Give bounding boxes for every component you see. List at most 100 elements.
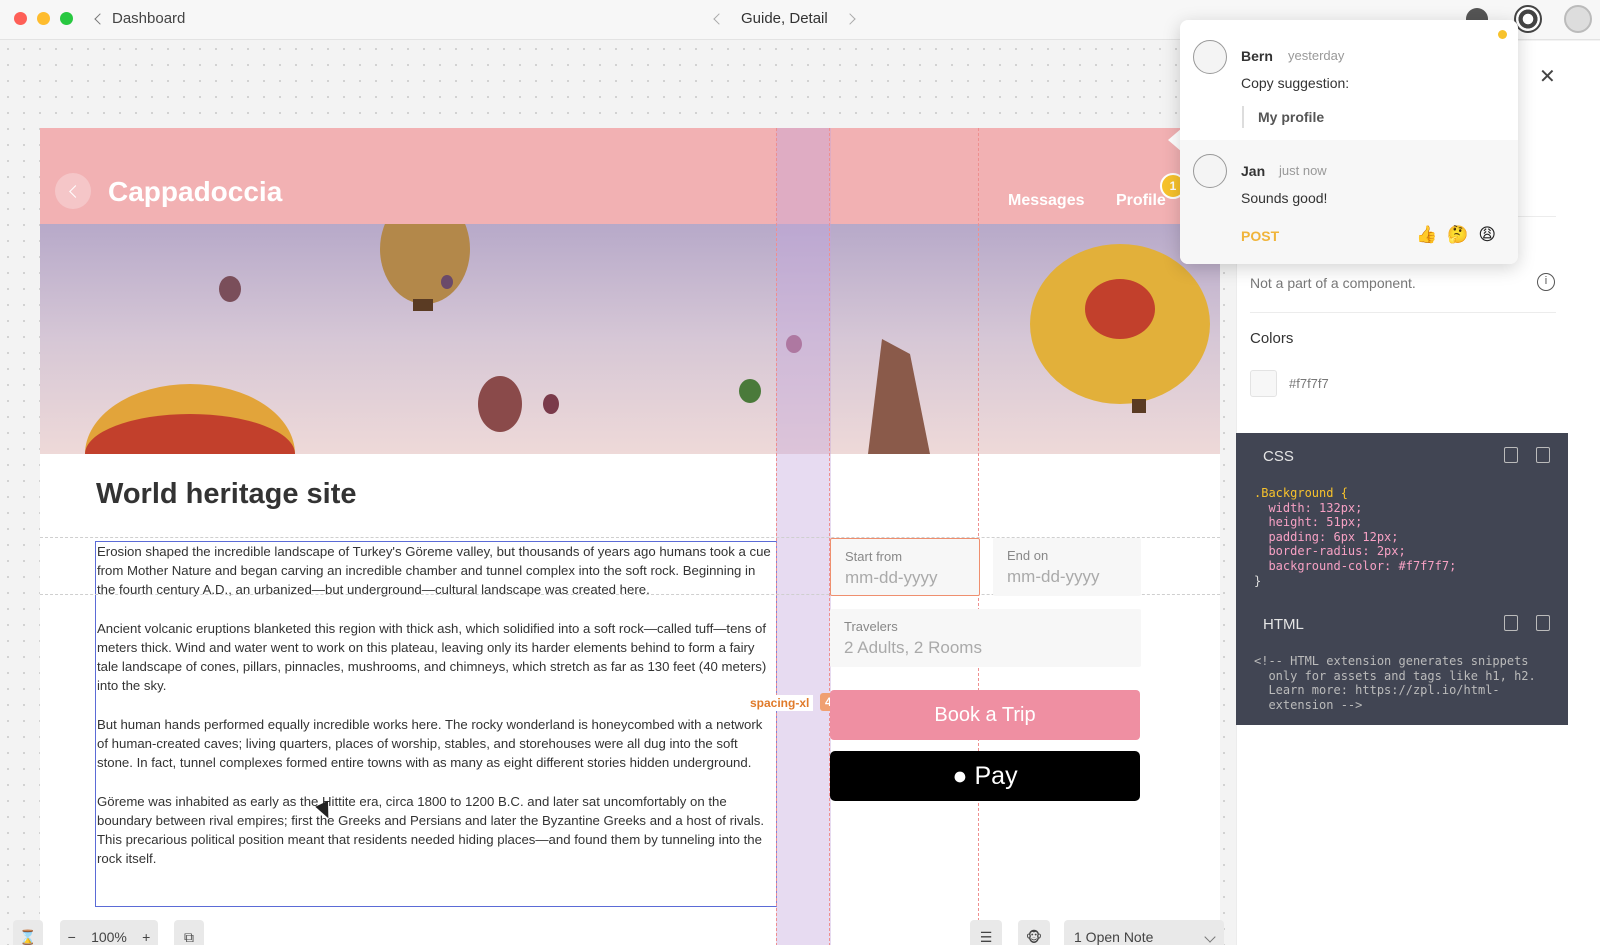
code-line: Learn more: https://zpl.io/html- [1254,683,1500,698]
comment-time: yesterday [1288,48,1345,63]
code-line: background-color: #f7f7f7; [1254,558,1457,573]
chevron-left-icon [68,184,82,198]
post-button[interactable]: POST [1241,228,1279,244]
screen-navigator: Guide, Detail [713,10,856,27]
dashboard-back-link[interactable]: Dashboard [94,10,186,27]
code-line: <!-- HTML extension generates snippets [1254,654,1529,668]
reply-area: Jan just now Sounds good! [1180,140,1518,264]
html-snippet[interactable]: <!-- HTML extension generates snippets o… [1254,654,1536,712]
zoom-controls: − 100% + [60,920,158,945]
online-indicator [1498,30,1507,39]
close-window-button[interactable] [14,12,27,25]
zoom-level[interactable]: 100% [91,929,127,945]
apple-icon: ● [952,762,968,790]
nav-profile[interactable]: Profile [1116,192,1166,210]
end-date-placeholder: mm-dd-yyyy [1007,567,1100,586]
info-icon[interactable]: i [1537,273,1555,291]
header-back-button[interactable] [55,173,91,209]
travelers-value: 2 Adults, 2 Rooms [844,638,982,657]
paragraph: Ancient volcanic eruptions blanketed thi… [97,620,767,694]
css-title: CSS [1263,448,1294,465]
open-note-label: 1 Open Note [1074,929,1154,945]
comment-text: Copy suggestion: [1241,75,1350,91]
spacing-token: spacing-xl [746,695,814,711]
comment-quote: My profile [1242,106,1324,128]
paragraph: Göreme was inhabited as early as the Hit… [97,793,765,867]
code-line: padding: 6px 12px; [1254,529,1399,544]
add-note-icon[interactable]: ☰ [970,920,1002,945]
close-icon[interactable]: ✕ [1539,64,1556,89]
reply-time: just now [1279,163,1327,178]
start-date-field[interactable]: Start from mm-dd-yyyy [830,538,980,596]
pay-label: Pay [974,762,1018,790]
design-canvas[interactable]: Cappadoccia Messages Profile 1 World her… [0,41,1262,945]
copy-code-icon[interactable] [1504,447,1518,463]
minimize-window-button[interactable] [37,12,50,25]
zoom-out-button[interactable]: − [68,929,76,945]
monkey-icon[interactable]: 🐵 [1018,920,1050,945]
bern-avatar [1193,40,1227,74]
component-status: Not a part of a component. [1250,275,1416,291]
code-line: border-radius: 2px; [1254,544,1406,559]
color-hex[interactable]: #f7f7f7 [1289,376,1329,391]
code-line: } [1254,573,1262,588]
thinking-icon[interactable]: 🤔 [1447,225,1468,245]
bottom-toolbar: ⌛ − 100% + ⧉ ☰ 🐵 1 Open Note [0,915,1240,945]
paragraph: Erosion shaped the incredible landscape … [97,544,771,598]
code-line: height: 51px; [1254,515,1363,530]
start-date-placeholder: mm-dd-yyyy [845,568,938,587]
hero-image [40,224,1220,454]
comment-author: Bern [1241,48,1273,64]
chevron-left-icon [94,12,106,25]
css-actions [1504,447,1550,463]
comment-popup: Bern yesterday Copy suggestion: My profi… [1180,20,1518,264]
paragraph: But human hands performed equally incred… [97,716,763,771]
zoom-in-button[interactable]: + [142,929,150,945]
help-icon[interactable] [1514,5,1542,33]
dashboard-label: Dashboard [112,10,186,27]
weary-icon[interactable]: 😩 [1478,225,1496,245]
copy-code-icon[interactable] [1504,615,1518,631]
open-note-select[interactable]: 1 Open Note [1064,920,1224,945]
code-panel: CSS .Background { width: 132px; height: … [1236,433,1568,725]
travelers-field[interactable]: Travelers 2 Adults, 2 Rooms [830,609,1141,667]
start-date-label: Start from [845,549,903,564]
apple-pay-button[interactable]: ● Pay [830,751,1140,801]
hourglass-icon[interactable]: ⌛ [13,920,43,945]
app-title: Cappadoccia [108,176,283,207]
previous-screen-icon[interactable] [713,12,725,25]
body-text-block[interactable]: Erosion shaped the incredible landscape … [95,541,777,907]
code-line: .Background { [1254,486,1348,500]
chevron-down-icon [1204,931,1216,943]
settings-sliders-icon[interactable] [1536,447,1550,463]
nav-messages[interactable]: Messages [1008,192,1085,210]
copy-icon[interactable]: ⧉ [174,920,204,945]
code-line: extension --> [1254,697,1363,712]
section-title: World heritage site [96,478,357,510]
screen-title: Guide, Detail [741,10,828,27]
maximize-window-button[interactable] [60,12,73,25]
reaction-emojis: 👍 🤔 😩 [1416,225,1496,245]
end-date-field[interactable]: End on mm-dd-yyyy [993,538,1141,596]
jan-avatar [1193,154,1227,188]
user-avatar[interactable] [1564,5,1592,33]
color-swatch[interactable] [1250,370,1277,397]
divider [1250,312,1556,313]
next-screen-icon[interactable] [844,12,856,25]
reply-author: Jan [1241,163,1266,179]
html-title: HTML [1263,616,1304,633]
settings-sliders-icon[interactable] [1536,615,1550,631]
reply-text: Sounds good! [1241,190,1328,206]
end-date-label: End on [1007,548,1049,563]
artboard[interactable]: Cappadoccia Messages Profile 1 World her… [40,128,1220,945]
travelers-label: Travelers [844,619,898,634]
app-header: Cappadoccia Messages Profile 1 [40,128,1220,224]
html-actions [1504,615,1550,631]
thumbs-up-icon[interactable]: 👍 [1416,225,1437,245]
code-line: width: 132px; [1254,500,1363,515]
book-trip-button[interactable]: Book a Trip [830,690,1140,740]
code-line: only for assets and tags like h1, h2. [1254,668,1536,683]
colors-title: Colors [1250,330,1294,347]
balloons-illustration [85,224,1210,454]
css-snippet[interactable]: .Background { width: 132px; height: 51px… [1254,486,1456,588]
